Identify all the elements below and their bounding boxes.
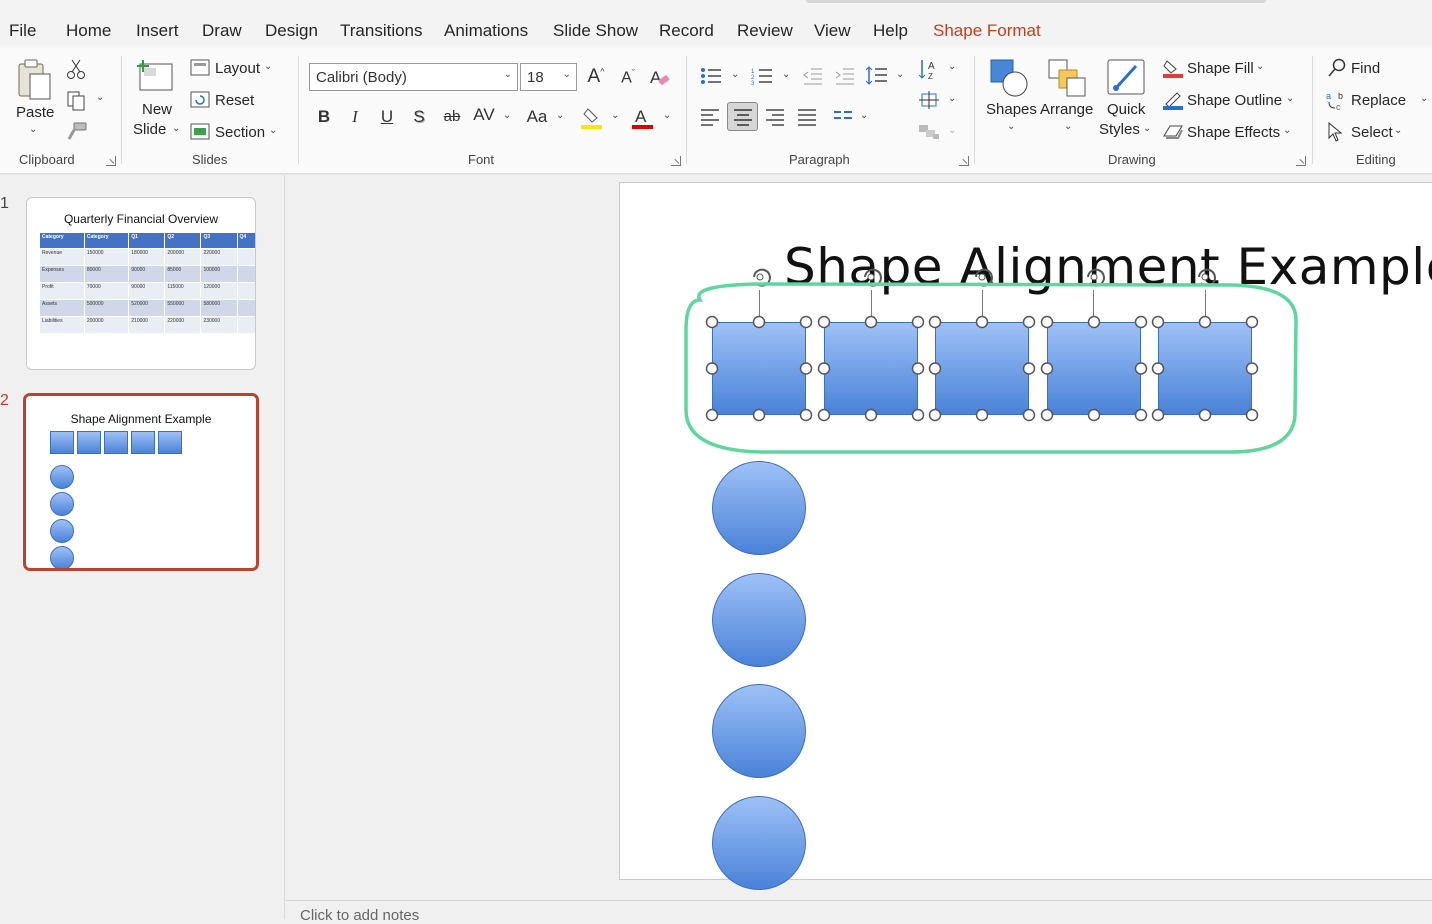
resize-handle[interactable]: [1040, 315, 1054, 329]
resize-handle[interactable]: [705, 408, 719, 422]
resize-handle[interactable]: [1022, 408, 1036, 422]
resize-handle[interactable]: [864, 408, 878, 422]
resize-handle[interactable]: [911, 315, 925, 329]
resize-handle[interactable]: [799, 315, 813, 329]
rotate-handle[interactable]: [756, 273, 764, 281]
resize-handle[interactable]: [1134, 408, 1148, 422]
resize-handle[interactable]: [864, 315, 878, 329]
annotation-highlight: [684, 282, 1298, 454]
resize-handle[interactable]: [928, 408, 942, 422]
resize-handle[interactable]: [1022, 362, 1036, 375]
rotate-handle[interactable]: [1090, 273, 1098, 281]
resize-handle[interactable]: [911, 362, 925, 375]
resize-handle[interactable]: [1198, 315, 1212, 329]
rotate-handle[interactable]: [867, 273, 875, 281]
resize-handle[interactable]: [975, 315, 989, 329]
resize-handle[interactable]: [817, 315, 831, 329]
resize-handle[interactable]: [1087, 315, 1101, 329]
resize-handle[interactable]: [1134, 362, 1148, 375]
resize-handle[interactable]: [975, 408, 989, 422]
resize-handle[interactable]: [705, 362, 719, 375]
rotate-handle[interactable]: [1201, 273, 1209, 281]
resize-handle[interactable]: [799, 408, 813, 422]
notes-pane[interactable]: Click to add notes: [286, 900, 1432, 924]
resize-handle[interactable]: [1151, 408, 1165, 422]
resize-handle[interactable]: [1040, 362, 1054, 375]
resize-handle[interactable]: [1134, 315, 1148, 329]
resize-handle[interactable]: [1040, 408, 1054, 422]
resize-handle[interactable]: [1245, 315, 1259, 329]
resize-handle[interactable]: [928, 362, 942, 375]
resize-handle[interactable]: [752, 315, 766, 329]
resize-handles[interactable]: [705, 315, 1259, 422]
resize-handle[interactable]: [911, 408, 925, 422]
resize-handle[interactable]: [705, 315, 719, 329]
selection-handles: [684, 268, 1298, 454]
resize-handle[interactable]: [1151, 315, 1165, 329]
resize-handle[interactable]: [928, 315, 942, 329]
rotate-handle[interactable]: [978, 273, 986, 281]
resize-handle[interactable]: [752, 408, 766, 422]
resize-handle[interactable]: [1245, 408, 1259, 422]
resize-handle[interactable]: [799, 362, 813, 375]
resize-handle[interactable]: [1245, 362, 1259, 375]
resize-handle[interactable]: [817, 408, 831, 422]
resize-handle[interactable]: [1198, 408, 1212, 422]
resize-handle[interactable]: [1087, 408, 1101, 422]
resize-handle[interactable]: [1151, 362, 1165, 375]
notes-placeholder: Click to add notes: [300, 907, 420, 924]
resize-handle[interactable]: [817, 362, 831, 375]
resize-handle[interactable]: [1022, 315, 1036, 329]
